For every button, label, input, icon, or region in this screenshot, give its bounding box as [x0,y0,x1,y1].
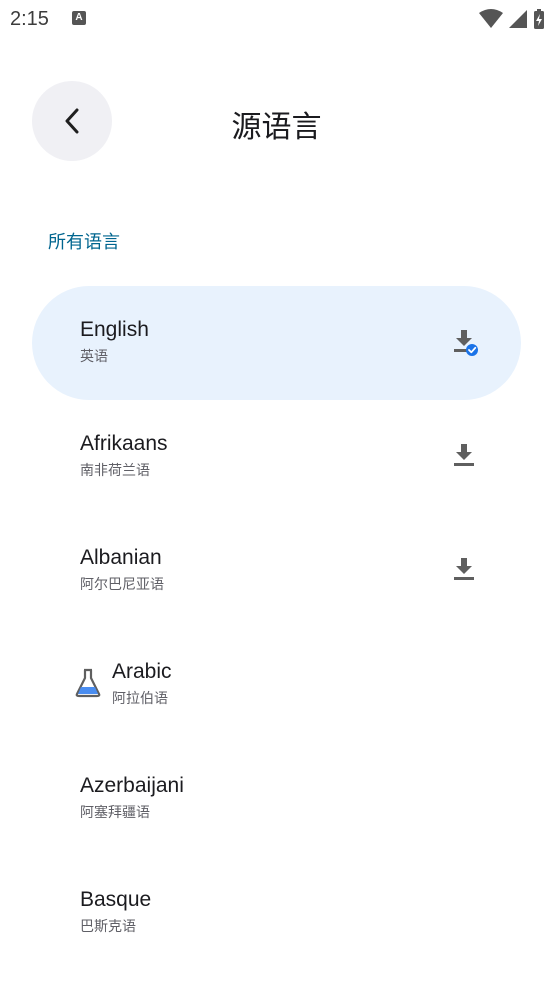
status-time: 2:15 [10,8,49,30]
language-text: Afrikaans 南非荷兰语 [80,430,168,480]
battery-icon [534,9,544,29]
language-native-name: 阿拉伯语 [112,690,168,706]
download-icon[interactable] [452,443,478,471]
language-native-name: 阿塞拜疆语 [80,804,150,820]
language-text: Albanian 阿尔巴尼亚语 [80,544,164,594]
page-title: 源语言 [231,111,322,144]
language-name: Albanian [80,546,162,569]
language-item-afrikaans[interactable]: Afrikaans 南非荷兰语 [32,400,521,514]
language-item-albanian[interactable]: Albanian 阿尔巴尼亚语 [32,514,521,628]
signal-icon [509,10,527,28]
language-native-name: 南非荷兰语 [80,462,150,478]
language-native-name: 阿尔巴尼亚语 [80,576,164,592]
downloaded-check-icon [454,330,478,356]
download-icon[interactable] [452,557,478,585]
status-icons [479,8,545,30]
notification-icon: A [72,11,86,25]
language-text: English 英语 [80,316,149,366]
language-name: Basque [80,888,152,911]
wifi-icon [479,9,503,28]
language-item-basque[interactable]: Basque 巴斯克语 [32,856,521,970]
language-item-english[interactable]: English 英语 [32,286,521,400]
language-text: Basque 巴斯克语 [80,886,151,936]
language-native-name: 英语 [80,348,108,364]
language-item-azerbaijani[interactable]: Azerbaijani 阿塞拜疆语 [32,742,521,856]
language-name: Afrikaans [80,432,168,455]
flask-beta-icon [75,668,101,698]
language-text: Arabic 阿拉伯语 [112,658,172,708]
language-name: Arabic [112,660,172,683]
language-item-arabic[interactable]: Arabic 阿拉伯语 [32,628,521,742]
language-name: Azerbaijani [80,774,184,797]
language-name: English [80,318,149,341]
notification-letter: A [75,12,83,23]
section-header-all-languages: 所有语言 [48,232,120,252]
language-native-name: 巴斯克语 [80,918,136,934]
status-bar: 2:15 A [0,0,553,40]
language-text: Azerbaijani 阿塞拜疆语 [80,772,184,822]
